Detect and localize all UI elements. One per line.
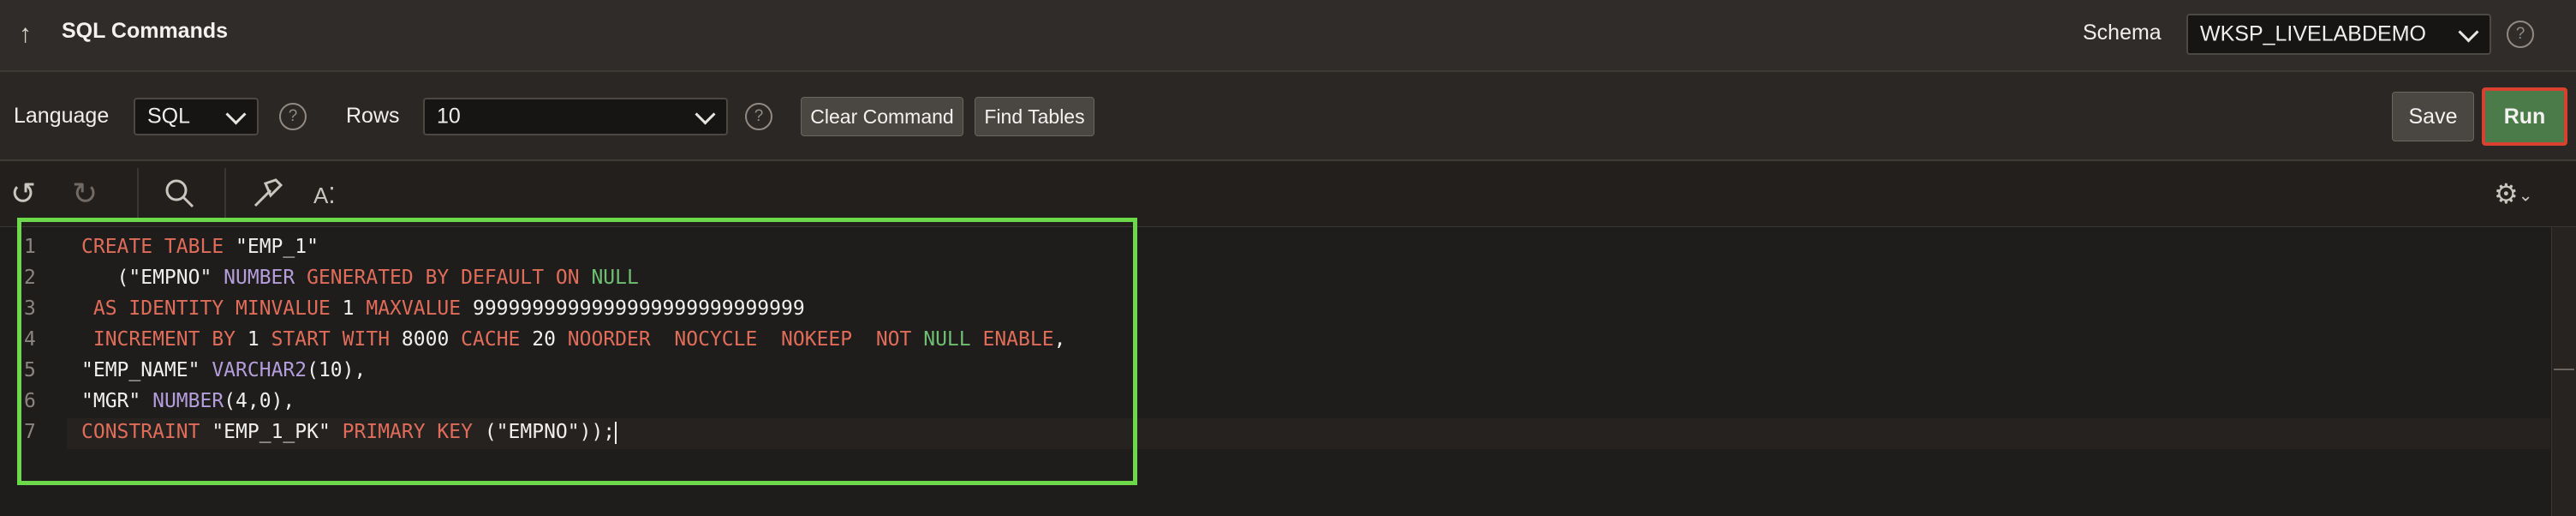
chevron-down-icon: ⌄ [2518, 186, 2533, 206]
format-text-icon[interactable]: A⁚ [313, 178, 336, 213]
clear-command-button[interactable]: Clear Command [801, 97, 963, 136]
chevron-down-icon [225, 104, 247, 125]
save-button[interactable]: Save [2392, 92, 2474, 141]
rows-label: Rows [346, 104, 400, 128]
undo-icon[interactable]: ↺ [10, 177, 36, 211]
editor-scrollbar[interactable] [2551, 227, 2576, 516]
schema-select[interactable]: WKSP_LIVELABDEMO [2186, 14, 2491, 55]
language-help-icon[interactable]: ? [279, 103, 307, 130]
rows-select-value: 10 [437, 104, 461, 129]
language-select-value: SQL [147, 104, 191, 129]
search-icon[interactable] [163, 177, 197, 218]
schema-select-value: WKSP_LIVELABDEMO [2200, 21, 2426, 46]
command-toolbar: Language SQL ? Rows 10 ? Clear Command F… [0, 72, 2576, 161]
rows-select[interactable]: 10 [423, 98, 728, 135]
run-button[interactable]: Run [2482, 87, 2567, 146]
page-title: SQL Commands [62, 19, 229, 43]
toolbar-divider [224, 168, 226, 219]
arrow-up-icon[interactable]: ↑ [19, 17, 45, 51]
scrollbar-marker [2554, 369, 2574, 370]
language-label: Language [14, 104, 110, 128]
highlight-box [17, 218, 1137, 485]
gear-icon[interactable]: ⚙⌄ [2494, 177, 2532, 213]
toolbar-divider [137, 168, 139, 219]
schema-label: Schema [2083, 21, 2162, 45]
chevron-down-icon [2458, 21, 2479, 43]
rows-help-icon[interactable]: ? [745, 103, 772, 130]
find-tables-button[interactable]: Find Tables [975, 97, 1094, 136]
redo-icon[interactable]: ↻ [72, 177, 98, 211]
chevron-down-icon [695, 104, 716, 125]
hammer-icon[interactable] [250, 177, 284, 218]
help-icon[interactable]: ? [2507, 21, 2534, 48]
language-select[interactable]: SQL [134, 98, 259, 135]
header-bar: ↑ SQL Commands Schema WKSP_LIVELABDEMO ? [0, 0, 2576, 72]
